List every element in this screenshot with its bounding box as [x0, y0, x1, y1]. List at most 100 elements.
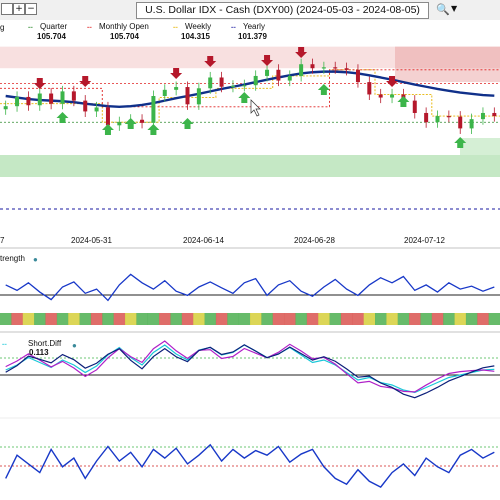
strength-heat-cell — [363, 313, 376, 325]
strength-heat-cell — [488, 313, 500, 325]
strength-heat-cell — [159, 313, 171, 325]
short-diff-value: 0.113 — [29, 348, 49, 357]
legend-monthly-label: Monthly Open — [99, 22, 149, 31]
strength-heat-cell — [318, 313, 330, 325]
candle-body — [49, 93, 54, 104]
candle-body — [321, 67, 326, 69]
candle-body — [15, 96, 20, 107]
candle-body — [378, 94, 383, 98]
candle-body — [469, 119, 474, 129]
strength-heat-cell — [261, 313, 274, 325]
buy-arrow-icon — [238, 92, 251, 103]
x-axis-date: 2024-05-31 — [71, 236, 112, 245]
sell-arrow-icon — [170, 68, 183, 79]
buy-arrow-icon — [124, 118, 137, 129]
strength-heat-cell — [238, 313, 251, 325]
candle-body — [219, 77, 224, 87]
chart-window: + − U.S. Dollar IDX - Cash (DXY00) (2024… — [0, 0, 500, 500]
candle-body — [412, 100, 417, 113]
candle-body — [276, 69, 281, 81]
candle-body — [367, 82, 372, 95]
strength-heat-cell — [409, 313, 421, 325]
strength-heat-cell — [295, 313, 308, 325]
legend-weekly-value: 104.315 — [181, 32, 210, 41]
legend-weekly-label: Weekly — [185, 22, 212, 31]
strength-heat-cell — [340, 313, 353, 325]
strength-heat-cell — [113, 313, 126, 325]
legend-monthly-value: 105.704 — [110, 32, 139, 41]
candle-body — [390, 94, 395, 98]
strength-heat-cell — [79, 313, 92, 325]
candle-body — [3, 106, 8, 110]
candle-body — [435, 116, 440, 123]
strength-heat-cell — [250, 313, 262, 325]
candle-body — [242, 85, 247, 87]
strength-heat-cell — [22, 313, 35, 325]
strength-dot-icon: ● — [33, 255, 38, 264]
candle-body — [310, 64, 315, 69]
candle-body — [117, 122, 122, 126]
strength-heat-cell — [227, 313, 239, 325]
resistance-zone-strong — [395, 46, 500, 83]
buy-arrow-icon — [101, 124, 114, 135]
buy-arrow-icon — [147, 124, 160, 135]
legend-monthly-swatch: ╌ — [87, 23, 92, 32]
strength-panel-label: trength — [0, 254, 25, 263]
buy-arrow-icon — [181, 118, 194, 129]
strength-heat-cell — [375, 313, 387, 325]
strength-heat-cell — [386, 313, 399, 325]
candle-body — [424, 112, 429, 123]
strength-heat-cell — [147, 313, 160, 325]
candle-body — [60, 91, 65, 104]
candle-body — [26, 96, 31, 106]
candle-body — [492, 112, 497, 117]
candle-body — [151, 96, 156, 123]
candle-body — [105, 107, 110, 126]
strength-heat-cell — [397, 313, 410, 325]
candle-body — [344, 68, 349, 70]
short-diff-label: Short.Diff — [28, 339, 62, 348]
strength-heat-cell — [34, 313, 46, 325]
legend-yearly-swatch: ╌ — [231, 23, 236, 32]
strength-heat-cell — [181, 313, 194, 325]
strength-heat-cell — [102, 313, 114, 325]
strength-heat-cell — [306, 313, 319, 325]
x-axis-date: 2024-06-14 — [183, 236, 224, 245]
cursor-pointer-icon — [250, 99, 261, 117]
chart-canvas[interactable] — [0, 0, 500, 500]
candle-body — [174, 87, 179, 90]
legend-quarter-label: Quarter — [40, 22, 68, 31]
legend-yearly-label: Yearly — [243, 22, 265, 31]
candle-body — [230, 85, 235, 88]
candle-body — [83, 100, 88, 112]
sell-arrow-icon — [79, 76, 92, 87]
legend-yearly-value: 101.379 — [238, 32, 267, 41]
x-axis-edge-label: 7 — [0, 236, 5, 245]
candle-body — [480, 112, 485, 120]
strength-heat-cell — [45, 313, 58, 325]
candle-body — [287, 75, 292, 81]
legend-left-edge: g — [0, 23, 5, 32]
candle-body — [71, 91, 76, 101]
legend-weekly-swatch: ╌ — [173, 23, 178, 32]
candle-body — [37, 93, 42, 106]
strength-heat-cell — [443, 313, 455, 325]
candle-body — [458, 116, 463, 129]
short-diff-dot-icon: ● — [72, 341, 77, 350]
strength-heat-cell — [465, 313, 478, 325]
support-zone-upper — [460, 138, 500, 155]
strength-heat-cell — [0, 313, 12, 325]
candle-body — [265, 69, 270, 76]
sell-arrow-icon — [33, 78, 46, 89]
short-diff-line — [5, 344, 495, 394]
strength-heat-cell — [193, 313, 205, 325]
strength-heat-cell — [170, 313, 183, 325]
strength-heat-cell — [431, 313, 444, 325]
strength-heat-cell — [352, 313, 364, 325]
strength-heat-cell — [215, 313, 228, 325]
candle-body — [185, 87, 190, 105]
candle-body — [162, 89, 167, 96]
strength-line — [5, 273, 495, 302]
candle-body — [140, 119, 145, 123]
candle-body — [94, 107, 99, 112]
